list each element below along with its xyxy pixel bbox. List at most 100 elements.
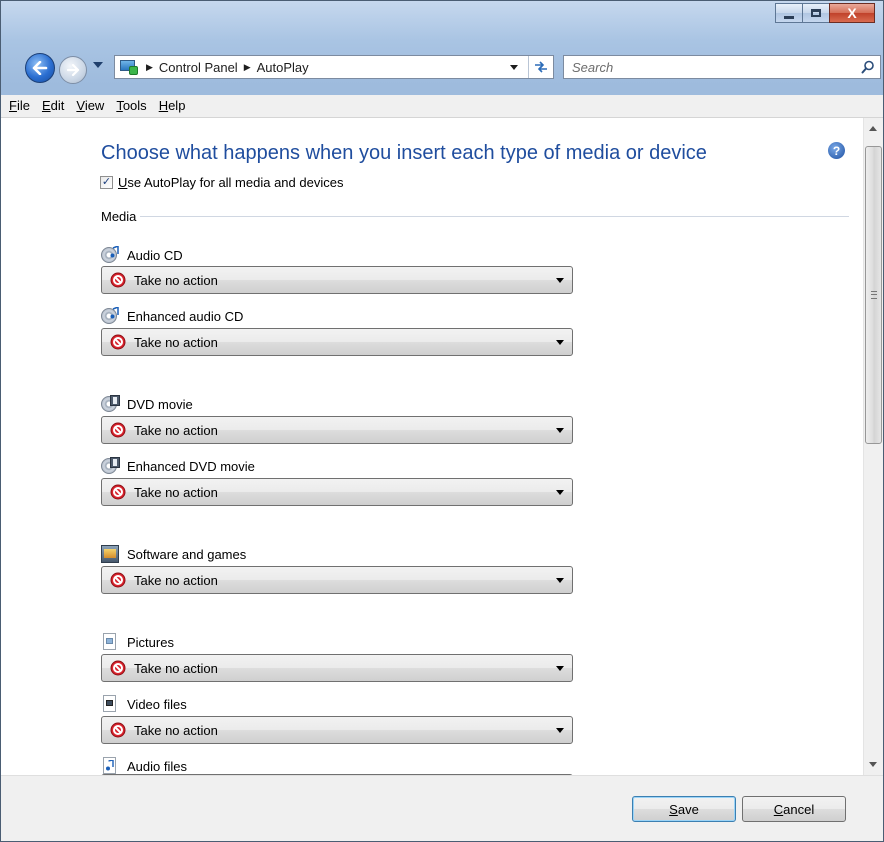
- media-item-audio-cd: Audio CD: [101, 246, 183, 264]
- close-icon: X: [847, 5, 857, 21]
- item-label: Enhanced DVD movie: [127, 458, 255, 474]
- scroll-up-icon[interactable]: [869, 126, 877, 131]
- autoplay-window: X ▶ Control Panel ▶ AutoPlay Search File…: [0, 0, 884, 842]
- save-button[interactable]: Save: [632, 796, 736, 822]
- breadcrumb-separator-icon[interactable]: ▶: [244, 62, 251, 73]
- page-title: Choose what happens when you insert each…: [101, 142, 707, 164]
- dropdown-value: Take no action: [134, 572, 218, 588]
- enhanced-dvd-movie-icon: [101, 457, 121, 475]
- maximize-icon: [811, 9, 821, 17]
- help-icon[interactable]: ?: [828, 142, 845, 159]
- item-label: Video files: [127, 696, 187, 712]
- no-action-icon: [110, 722, 126, 738]
- enhanced-audio-cd-action-dropdown[interactable]: Take no action: [101, 328, 573, 356]
- scrollbar-thumb[interactable]: [865, 146, 882, 444]
- scroll-down-icon[interactable]: [869, 762, 877, 767]
- dvd-movie-icon: [101, 395, 121, 413]
- refresh-button[interactable]: [528, 56, 553, 78]
- video-files-icon: [101, 695, 121, 713]
- dropdown-arrow-icon: [556, 577, 564, 583]
- media-item-enhanced-dvd-movie: Enhanced DVD movie: [101, 457, 255, 475]
- item-label: Enhanced audio CD: [127, 308, 244, 324]
- cancel-button[interactable]: Cancel: [742, 796, 846, 822]
- no-action-icon: [110, 422, 126, 438]
- breadcrumb-separator-icon[interactable]: ▶: [146, 62, 153, 73]
- navigation-bar: ▶ Control Panel ▶ AutoPlay: [1, 51, 883, 87]
- item-label: Audio CD: [127, 247, 183, 263]
- use-autoplay-option[interactable]: ✓ Use AutoPlay for all media and devices: [100, 175, 343, 190]
- address-dropdown-icon[interactable]: [510, 64, 518, 70]
- media-item-pictures: Pictures: [101, 633, 174, 651]
- back-button[interactable]: [25, 53, 55, 83]
- dvd-movie-action-dropdown[interactable]: Take no action: [101, 416, 573, 444]
- enhanced-audio-cd-icon: [101, 307, 121, 325]
- caption-buttons: X: [775, 3, 875, 23]
- menu-view[interactable]: View: [70, 95, 110, 117]
- dropdown-value: Take no action: [134, 334, 218, 350]
- no-action-icon: [110, 484, 126, 500]
- content-pane: ? Choose what happens when you insert ea…: [1, 118, 863, 775]
- video-files-action-dropdown[interactable]: Take no action: [101, 716, 573, 744]
- menu-edit[interactable]: Edit: [36, 95, 70, 117]
- section-divider: [140, 216, 849, 217]
- search-input[interactable]: [564, 58, 856, 76]
- dropdown-arrow-icon: [556, 277, 564, 283]
- software-games-icon: [101, 545, 121, 563]
- audio-cd-icon: [101, 246, 121, 264]
- forward-button[interactable]: [59, 56, 87, 84]
- media-item-audio-files: Audio files: [101, 757, 187, 775]
- vertical-scrollbar[interactable]: [863, 118, 883, 775]
- search-box: [563, 55, 881, 79]
- menu-bar: File Edit View Tools Help: [1, 95, 883, 118]
- media-item-dvd-movie: DVD movie: [101, 395, 193, 413]
- media-item-software-games: Software and games: [101, 545, 246, 563]
- control-panel-icon: [120, 59, 140, 75]
- use-autoplay-label[interactable]: Use AutoPlay for all media and devices: [118, 175, 343, 190]
- no-action-icon: [110, 660, 126, 676]
- item-label: Pictures: [127, 634, 174, 650]
- title-bar: X: [1, 1, 883, 43]
- dropdown-value: Take no action: [134, 484, 218, 500]
- dropdown-arrow-icon: [556, 489, 564, 495]
- menu-file[interactable]: File: [3, 95, 36, 117]
- menu-help[interactable]: Help: [153, 95, 192, 117]
- refresh-icon: [535, 61, 547, 73]
- forward-arrow-icon: [66, 64, 80, 76]
- item-label: DVD movie: [127, 396, 193, 412]
- use-autoplay-checkbox[interactable]: ✓: [100, 176, 113, 189]
- no-action-icon: [110, 572, 126, 588]
- breadcrumb-autoplay[interactable]: AutoPlay: [257, 60, 309, 75]
- recent-pages-dropdown-icon[interactable]: [93, 62, 103, 68]
- media-item-video-files: Video files: [101, 695, 187, 713]
- maximize-button[interactable]: [802, 3, 830, 23]
- address-bar[interactable]: ▶ Control Panel ▶ AutoPlay: [114, 55, 554, 79]
- media-section-header: Media: [101, 209, 849, 224]
- dropdown-arrow-icon: [556, 339, 564, 345]
- item-label: Audio files: [127, 758, 187, 774]
- audio-cd-action-dropdown[interactable]: Take no action: [101, 266, 573, 294]
- dropdown-value: Take no action: [134, 722, 218, 738]
- minimize-icon: [784, 15, 794, 19]
- dropdown-value: Take no action: [134, 272, 218, 288]
- dropdown-arrow-icon: [556, 665, 564, 671]
- media-item-enhanced-audio-cd: Enhanced audio CD: [101, 307, 243, 325]
- pictures-icon: [101, 633, 121, 651]
- dropdown-value: Take no action: [134, 660, 218, 676]
- software-games-action-dropdown[interactable]: Take no action: [101, 566, 573, 594]
- item-label: Software and games: [127, 546, 247, 562]
- breadcrumb-control-panel[interactable]: Control Panel: [159, 60, 238, 75]
- dropdown-arrow-icon: [556, 727, 564, 733]
- close-button[interactable]: X: [829, 3, 875, 23]
- grip-icon: [871, 291, 877, 299]
- audio-files-icon: [101, 757, 121, 775]
- no-action-icon: [110, 334, 126, 350]
- search-icon[interactable]: [856, 56, 880, 78]
- back-arrow-icon: [32, 61, 48, 75]
- dropdown-arrow-icon: [556, 427, 564, 433]
- media-section-label: Media: [101, 209, 137, 224]
- menu-tools[interactable]: Tools: [110, 95, 152, 117]
- enhanced-dvd-movie-action-dropdown[interactable]: Take no action: [101, 478, 573, 506]
- button-bar: Save Cancel: [1, 775, 883, 841]
- pictures-action-dropdown[interactable]: Take no action: [101, 654, 573, 682]
- minimize-button[interactable]: [775, 3, 803, 23]
